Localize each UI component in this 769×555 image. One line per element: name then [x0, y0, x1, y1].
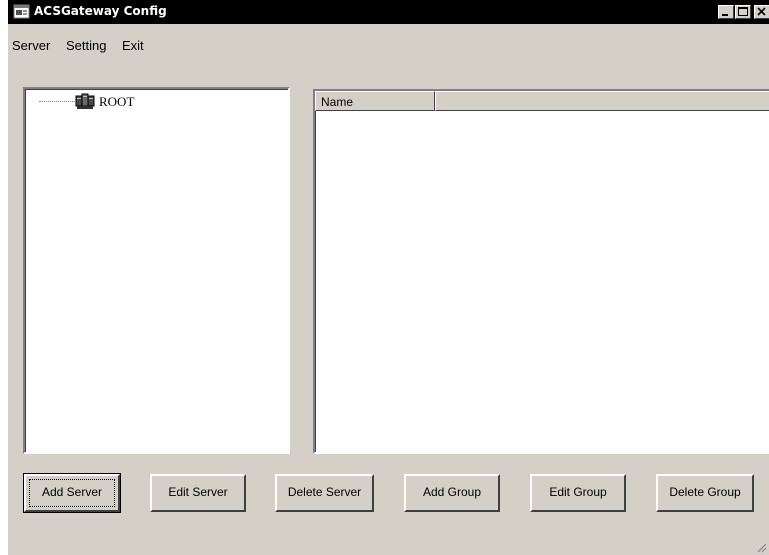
column-header-empty[interactable]	[435, 91, 769, 111]
close-icon	[757, 7, 766, 16]
edit-group-button[interactable]: Edit Group	[530, 474, 626, 512]
delete-server-button[interactable]: Delete Server	[275, 474, 374, 512]
add-server-label: Add Server	[41, 485, 103, 499]
minimize-icon	[722, 14, 728, 16]
edit-group-label: Edit Group	[549, 485, 607, 499]
server-tree-view[interactable]: ROOT	[23, 87, 290, 454]
maximize-icon	[738, 7, 748, 16]
app-window-icon[interactable]	[13, 4, 30, 20]
add-group-button[interactable]: Add Group	[404, 474, 500, 512]
list-header: Name	[315, 91, 769, 111]
edit-server-button[interactable]: Edit Server	[150, 474, 246, 512]
menu-setting[interactable]: Setting	[66, 38, 106, 53]
edit-server-label: Edit Server	[168, 485, 228, 499]
delete-group-button[interactable]: Delete Group	[656, 474, 754, 512]
app-window: ACSGateway Config Server Setting Exit RO…	[8, 0, 769, 555]
tree-root-label[interactable]: ROOT	[99, 94, 134, 110]
window-title: ACSGateway Config	[34, 4, 167, 18]
maximize-button[interactable]	[735, 5, 751, 19]
menu-exit[interactable]: Exit	[122, 38, 144, 53]
close-button[interactable]	[754, 5, 769, 19]
menu-server[interactable]: Server	[12, 38, 50, 53]
title-bar[interactable]: ACSGateway Config	[8, 0, 769, 24]
server-list-view[interactable]: Name	[313, 89, 769, 454]
server-group-icon[interactable]	[75, 92, 95, 110]
delete-server-label: Delete Server	[287, 485, 362, 499]
delete-group-label: Delete Group	[669, 485, 741, 499]
column-header-name[interactable]: Name	[315, 91, 435, 111]
add-group-label: Add Group	[422, 485, 482, 499]
add-server-button[interactable]: Add Server	[23, 473, 121, 513]
resize-grip-icon[interactable]	[755, 541, 767, 553]
minimize-button[interactable]	[718, 5, 734, 19]
